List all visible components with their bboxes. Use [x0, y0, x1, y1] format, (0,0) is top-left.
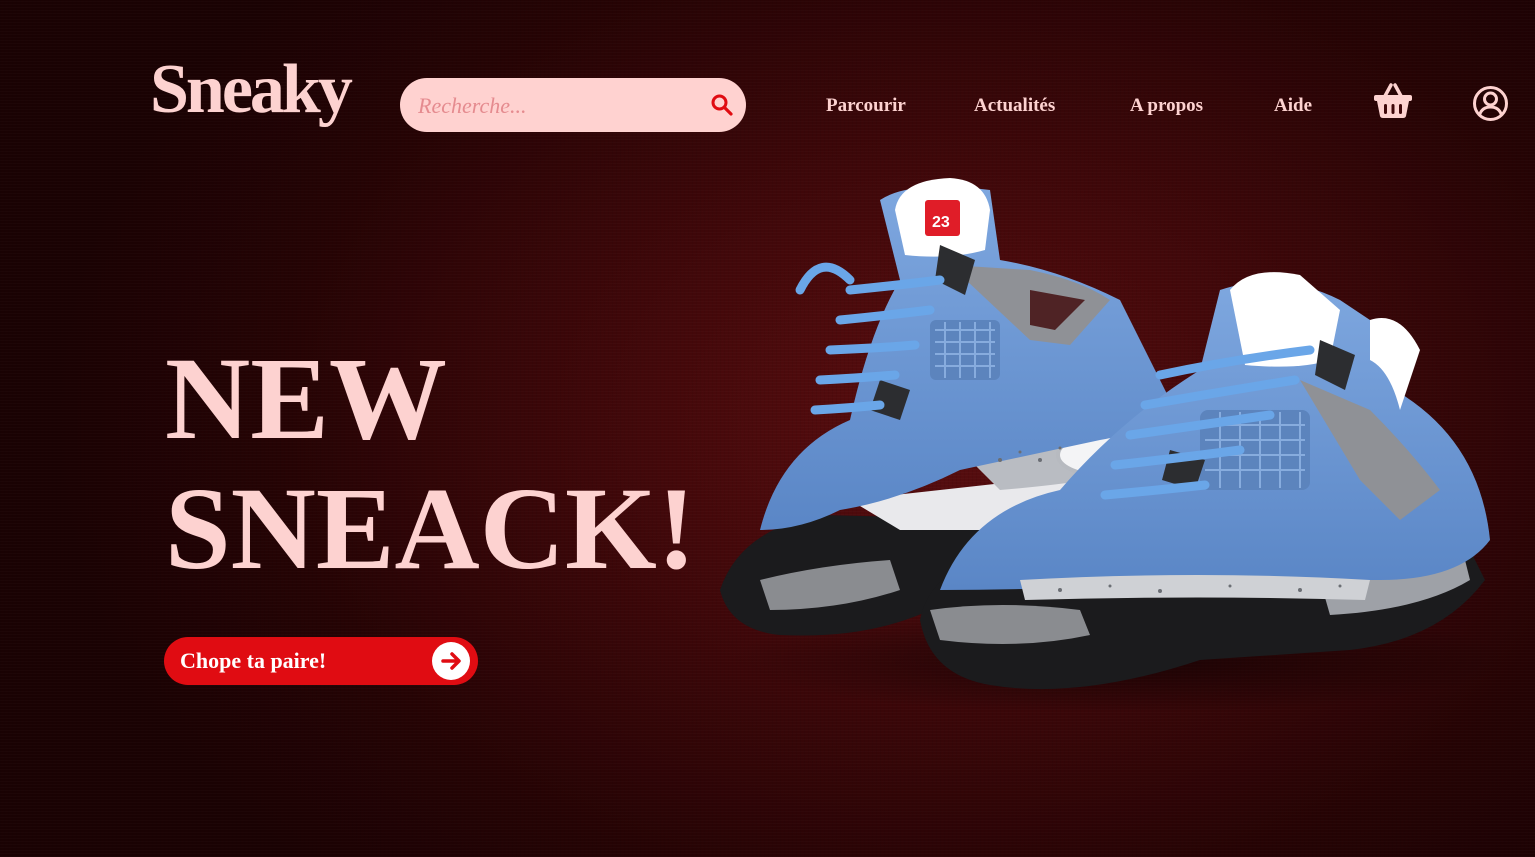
search-bar[interactable] [400, 78, 746, 134]
svg-text:23: 23 [932, 214, 950, 231]
sneakers-image: 23 [720, 178, 1500, 710]
search-input[interactable] [416, 78, 700, 134]
nav-link-aide[interactable]: Aide [1274, 95, 1312, 117]
cta-label: Chope ta paire! [180, 648, 327, 673]
nav-link-a-propos[interactable]: A propos [1130, 95, 1203, 117]
hero-headline-line-1: NEW [165, 333, 447, 464]
arrow-right-circle-icon [432, 642, 470, 680]
search-icon[interactable] [710, 93, 734, 117]
basket-icon[interactable] [1372, 83, 1414, 119]
hero-headline-line-2: SNEACK! [165, 463, 697, 594]
cta-button[interactable]: Chope ta paire! [164, 637, 478, 685]
brand-logo[interactable]: Sneaky [150, 55, 353, 125]
user-circle-icon[interactable] [1472, 85, 1509, 122]
nav-link-parcourir[interactable]: Parcourir [826, 95, 906, 117]
nav-link-actualites[interactable]: Actualités [974, 95, 1055, 117]
